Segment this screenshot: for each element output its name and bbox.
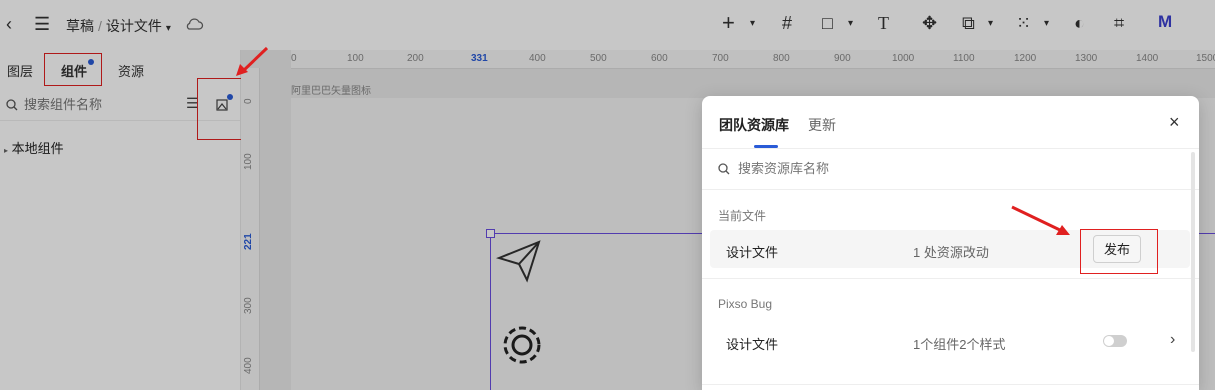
current-file-status: 1 处资源改动 bbox=[913, 245, 989, 260]
library-search-input[interactable] bbox=[736, 160, 1040, 177]
library-enable-toggle[interactable] bbox=[1103, 335, 1127, 347]
section-current-file: 当前文件 bbox=[718, 209, 767, 223]
search-icon bbox=[718, 163, 730, 175]
section-library: Pixso Bug bbox=[718, 297, 773, 311]
divider bbox=[702, 278, 1199, 279]
tab-updates[interactable]: 更新 bbox=[808, 115, 836, 135]
chevron-right-icon[interactable]: › bbox=[1170, 331, 1175, 349]
toggle-knob bbox=[1104, 336, 1114, 346]
library-file-status: 1个组件2个样式 bbox=[913, 337, 1006, 352]
annotation-arrow bbox=[236, 46, 269, 76]
library-file-row[interactable]: 设计文件 1个组件2个样式 › bbox=[710, 322, 1190, 360]
current-file-name: 设计文件 bbox=[726, 245, 779, 260]
tab-team-library[interactable]: 团队资源库 bbox=[719, 115, 789, 135]
library-file-name: 设计文件 bbox=[726, 337, 779, 352]
library-search-row bbox=[702, 148, 1199, 190]
annotation-arrow bbox=[1011, 205, 1070, 235]
close-icon[interactable]: × bbox=[1169, 112, 1180, 133]
divider bbox=[702, 384, 1199, 385]
highlight-box bbox=[1080, 229, 1158, 274]
scrollbar[interactable] bbox=[1191, 152, 1195, 352]
team-library-modal: 团队资源库 更新 × 当前文件 设计文件 1 处资源改动 发布 Pixso Bu… bbox=[702, 96, 1199, 390]
